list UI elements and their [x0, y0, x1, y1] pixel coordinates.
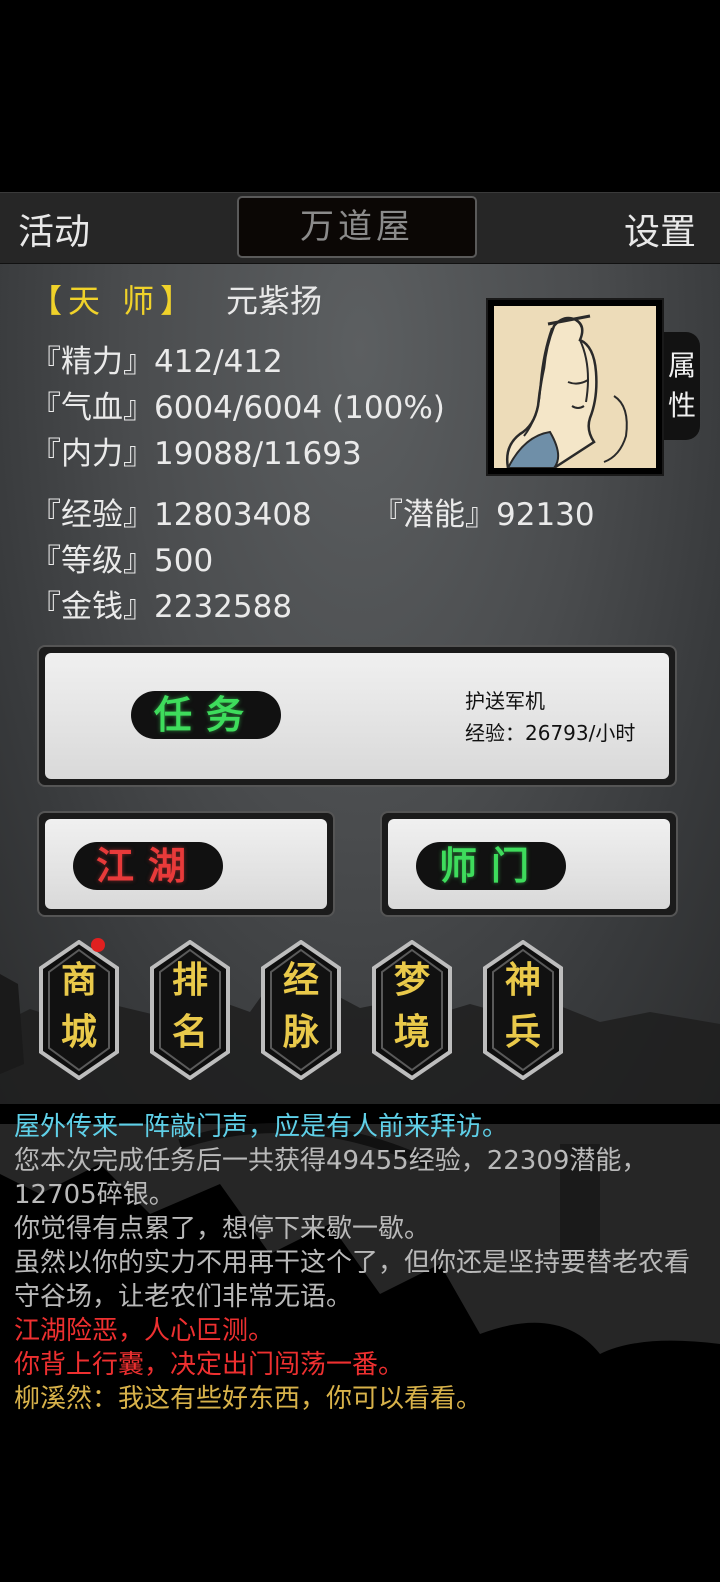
task-info: 护送军机 经验：26793/小时: [465, 685, 635, 749]
ranking-badge-button[interactable]: 排 名: [148, 940, 232, 1080]
scholar-portrait-icon: [506, 314, 628, 470]
top-bar: 活动 万道屋 设置: [0, 192, 720, 265]
attributes-tab-char-1: 属: [667, 349, 696, 382]
stat-jingli: 『精力』412/412: [30, 344, 283, 380]
badge-char-top: 商: [60, 959, 97, 1001]
dream-badge-button[interactable]: 梦 境: [370, 940, 454, 1080]
badge-text: 商 城: [37, 954, 121, 1058]
shimen-label: 师门: [416, 842, 566, 890]
log-line: 虽然以你的实力不用再干这个了，但你还是坚持要替老农看守谷场，让老农们非常无语。: [14, 1248, 691, 1312]
character-portrait[interactable]: [486, 298, 664, 476]
task-label: 任务: [131, 691, 281, 739]
log-line: 你背上行囊，决定出门闯荡一番。: [14, 1350, 405, 1380]
title-row: 【天 师】 元紫扬: [30, 276, 322, 322]
badge-char-top: 经: [282, 959, 319, 1001]
stat-dengji: 『等级』500: [30, 543, 214, 579]
character-panel: 【天 师】 元紫扬 『精力』412/412 『气血』6004/6004 (100…: [0, 264, 720, 1104]
stat-qianneng: 『潜能』92130: [372, 497, 595, 533]
rank-label: 【天 师】: [30, 282, 199, 320]
settings-button[interactable]: 设置: [624, 203, 696, 255]
log-lines: 屋外传来一阵敲门声，应是有人前来拜访。 您本次完成任务后一共获得49455经验，…: [14, 1110, 704, 1416]
shimen-button[interactable]: 师门: [380, 811, 678, 917]
badge-text: 排 名: [148, 954, 232, 1058]
task-button-face: 任务 护送军机 经验：26793/小时: [45, 653, 669, 779]
jianghu-button[interactable]: 江湖: [37, 811, 335, 917]
badge-char-top: 梦: [393, 959, 430, 1001]
log-line: 柳溪然：我这有些好东西，你可以看看。: [14, 1384, 483, 1414]
shop-badge-button[interactable]: 商 城: [37, 938, 121, 1080]
shimen-button-face: 师门: [388, 819, 670, 909]
notification-dot: [91, 938, 105, 952]
log-line: 江湖险恶，人心叵测。: [14, 1316, 275, 1346]
badge-char-bottom: 城: [60, 1011, 97, 1053]
badge-text: 梦 境: [370, 954, 454, 1058]
location-title: 万道屋: [237, 196, 477, 258]
log-line: 您本次完成任务后一共获得49455经验，22309潜能，12705碎银。: [14, 1146, 648, 1210]
game-screen: 活动 万道屋 设置 【天 师】 元紫扬 『精力』412/412 『气血』6004…: [0, 0, 720, 1582]
badge-char-bottom: 境: [393, 1011, 430, 1053]
log-line: 你觉得有点累了，想停下来歇一歇。: [14, 1214, 431, 1244]
log-line: 屋外传来一阵敲门声，应是有人前来拜访。: [14, 1112, 509, 1142]
stat-jingyan: 『经验』12803408: [30, 497, 312, 533]
badge-text: 神 兵: [481, 954, 565, 1058]
jianghu-button-face: 江湖: [45, 819, 327, 909]
task-exp-rate: 经验：26793/小时: [465, 721, 636, 745]
player-name: 元紫扬: [226, 282, 323, 320]
attributes-tab-char-2: 性: [667, 389, 696, 422]
badge-char-bottom: 脉: [282, 1011, 319, 1053]
jianghu-label: 江湖: [73, 842, 223, 890]
portrait-image: [494, 306, 656, 470]
stat-qixue: 『气血』6004/6004 (100%): [30, 390, 445, 426]
message-log[interactable]: 屋外传来一阵敲门声，应是有人前来拜访。 您本次完成任务后一共获得49455经验，…: [0, 1104, 720, 1582]
stat-neili: 『内力』19088/11693: [30, 436, 362, 472]
badge-char-bottom: 名: [171, 1011, 208, 1053]
task-name: 护送军机: [465, 689, 545, 713]
stat-jinqian: 『金钱』2232588: [30, 589, 293, 625]
meridian-badge-button[interactable]: 经 脉: [259, 940, 343, 1080]
badge-text: 经 脉: [259, 954, 343, 1058]
badge-char-top: 排: [171, 959, 208, 1001]
attributes-tab[interactable]: 属 性: [664, 332, 700, 440]
weapon-badge-button[interactable]: 神 兵: [481, 940, 565, 1080]
badge-char-top: 神: [504, 959, 541, 1001]
task-button[interactable]: 任务 护送军机 经验：26793/小时: [37, 645, 677, 787]
activity-button[interactable]: 活动: [18, 203, 90, 255]
badge-char-bottom: 兵: [504, 1011, 541, 1053]
